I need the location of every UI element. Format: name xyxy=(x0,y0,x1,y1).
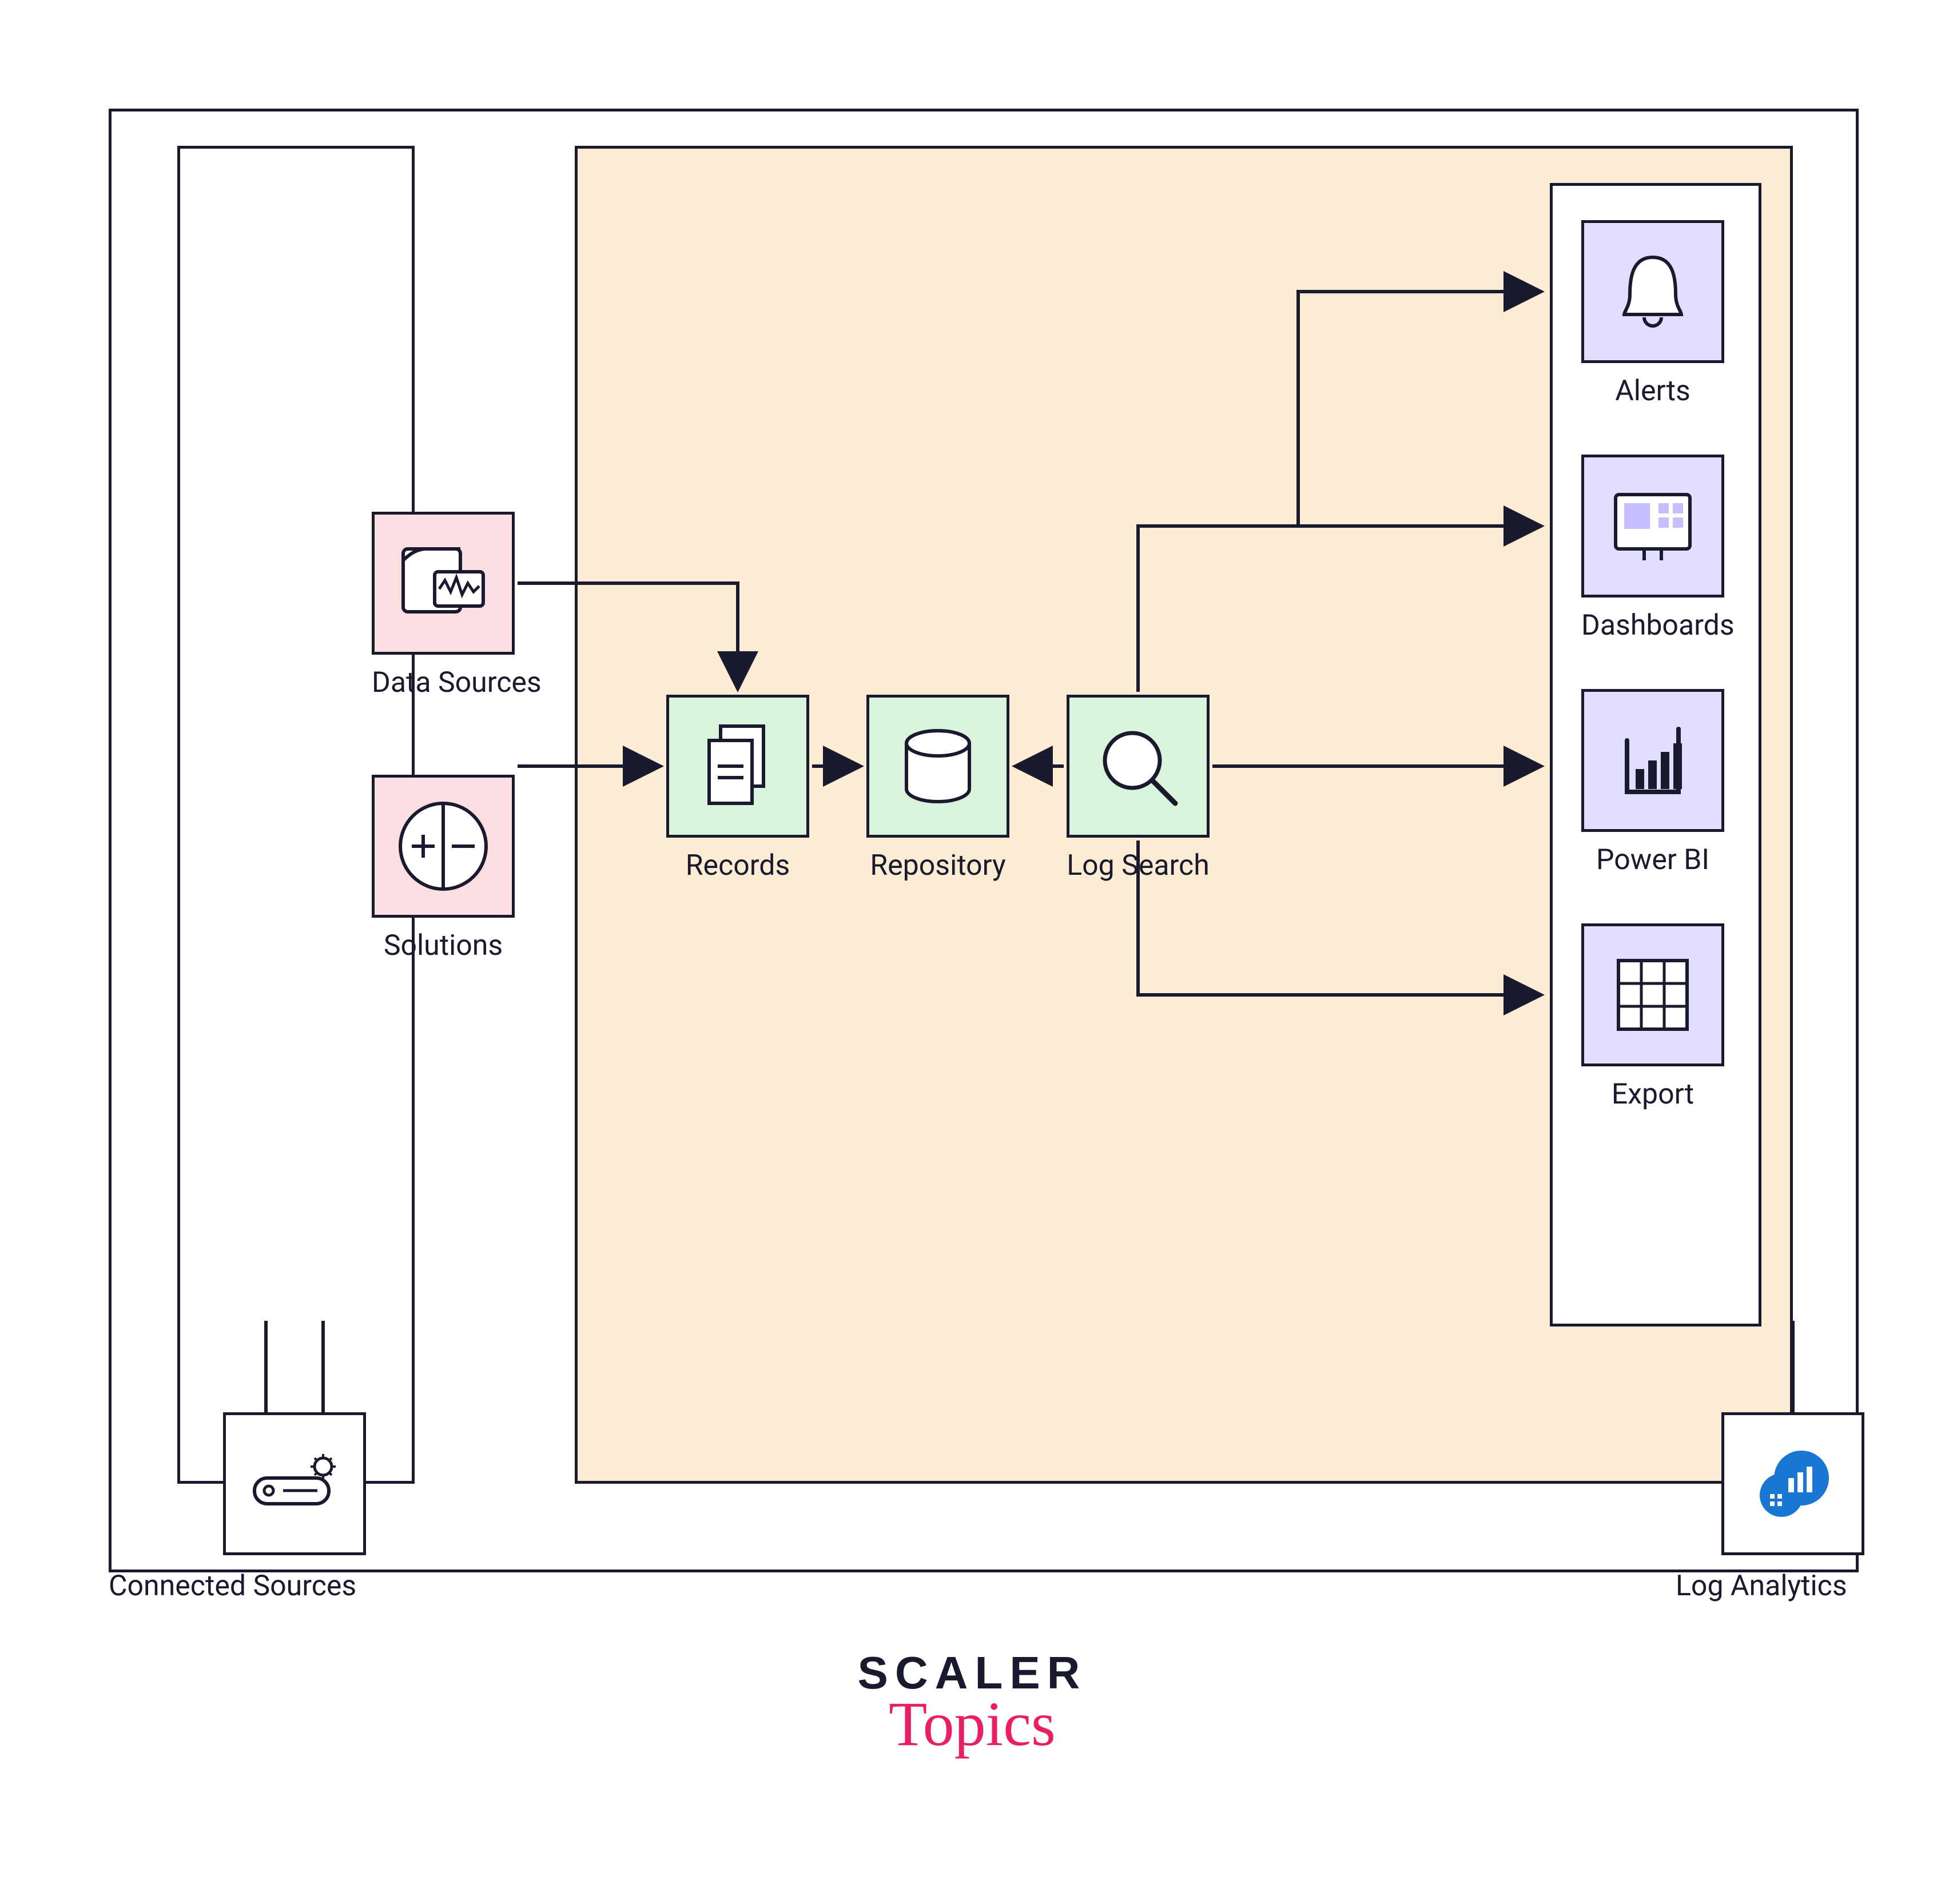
logo-topics-text: Topics xyxy=(772,1688,1172,1760)
magnifier-icon xyxy=(1089,718,1187,815)
export-tile xyxy=(1581,923,1724,1066)
alerts-tile xyxy=(1581,220,1724,363)
scaler-topics-logo: SCALER Topics xyxy=(772,1647,1172,1760)
solutions-label: Solutions xyxy=(372,929,515,962)
data-sources-tile xyxy=(372,512,515,655)
records-label: Records xyxy=(666,849,809,882)
documents-icon xyxy=(689,718,786,815)
power-bi-icon xyxy=(1604,712,1701,809)
export-label: Export xyxy=(1581,1078,1724,1111)
alerts-label: Alerts xyxy=(1581,375,1724,408)
dashboard-icon xyxy=(1604,477,1701,575)
log-search-label: Log Search xyxy=(1067,849,1210,882)
power-bi-tile xyxy=(1581,689,1724,832)
power-bi-label: Power BI xyxy=(1581,843,1724,877)
outer-frame: Data Sources Solutions Records xyxy=(109,109,1859,1572)
solutions-tile xyxy=(372,775,515,918)
database-icon xyxy=(889,718,987,815)
diagram-canvas: Data Sources Solutions Records xyxy=(0,0,1945,1904)
analytics-icon xyxy=(1741,1432,1844,1535)
connected-sources-box xyxy=(223,1412,366,1555)
log-search-tile xyxy=(1067,695,1210,838)
plus-minus-icon xyxy=(392,795,495,898)
dashboards-label: Dashboards xyxy=(1581,609,1724,642)
repository-tile xyxy=(866,695,1009,838)
bell-icon xyxy=(1604,243,1701,340)
server-gear-icon xyxy=(243,1432,346,1535)
data-sources-label: Data Sources xyxy=(372,666,515,699)
log-analytics-label: Log Analytics xyxy=(1676,1570,1847,1603)
grid-icon xyxy=(1604,946,1701,1043)
monitor-chart-icon xyxy=(395,535,492,632)
records-tile xyxy=(666,695,809,838)
dashboards-tile xyxy=(1581,455,1724,598)
repository-label: Repository xyxy=(866,849,1009,882)
log-analytics-box xyxy=(1721,1412,1864,1555)
connected-sources-label: Connected Sources xyxy=(109,1570,356,1603)
